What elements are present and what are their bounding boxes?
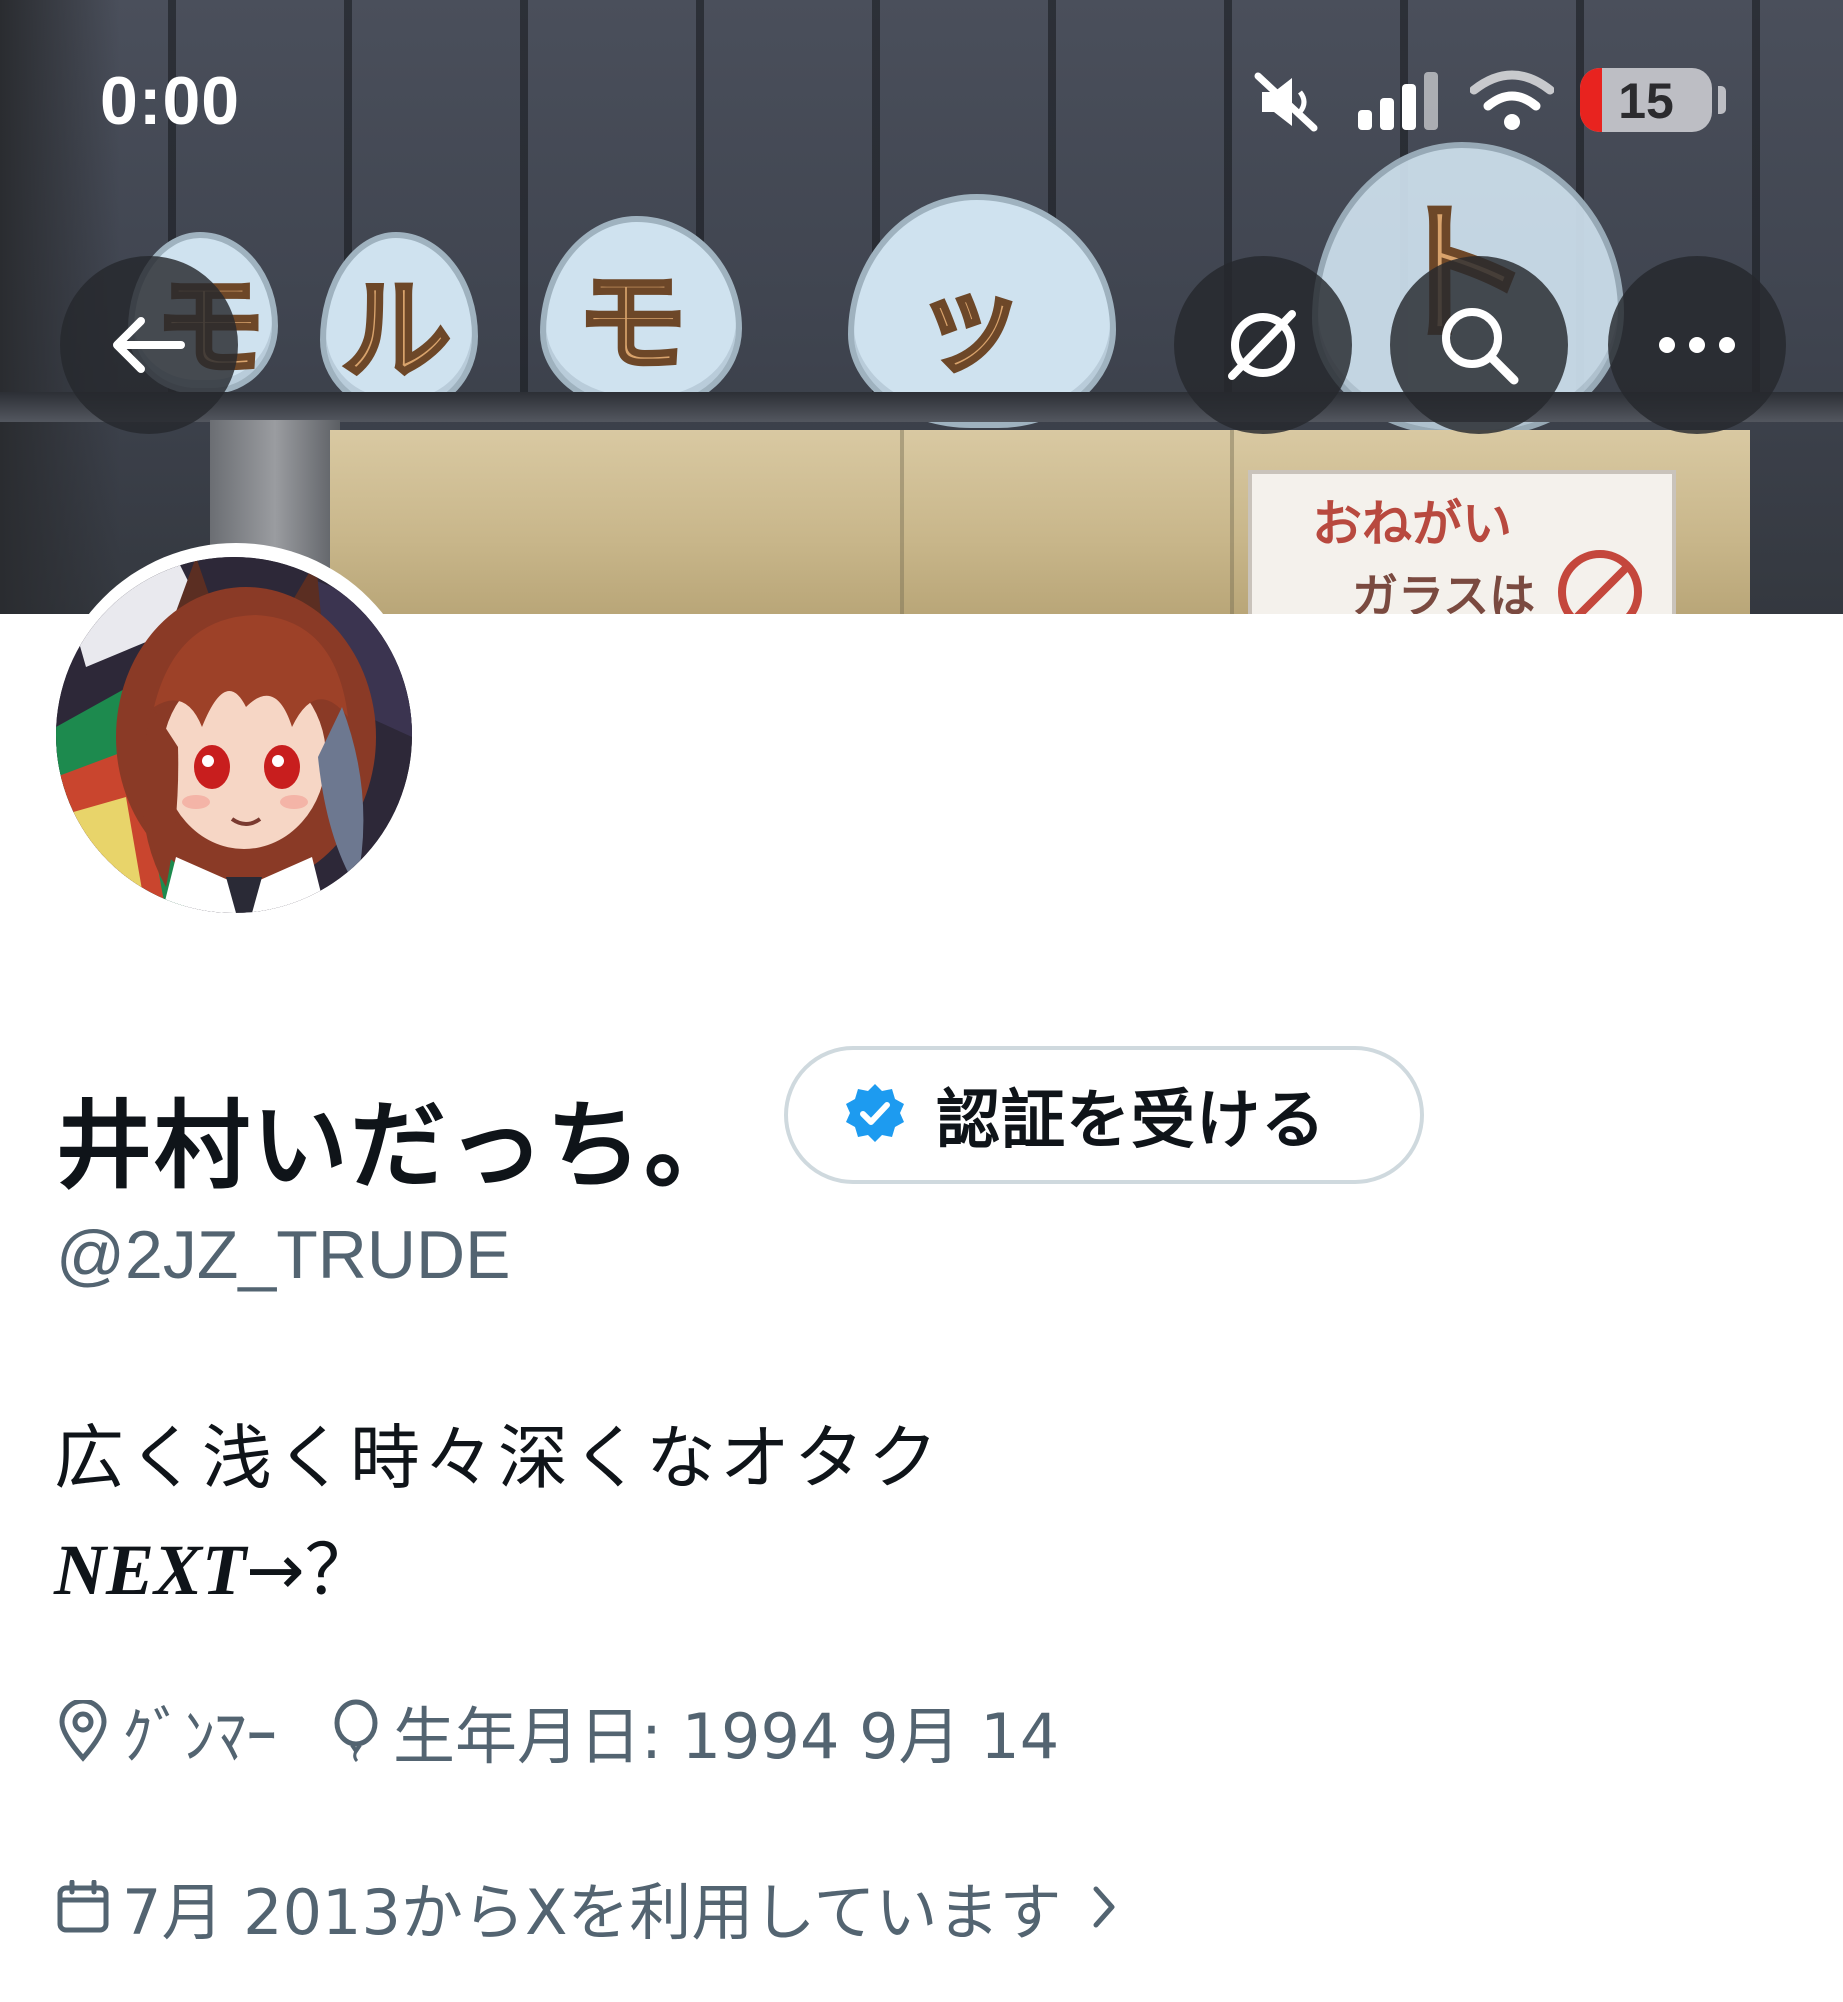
- battery-cap: [1718, 86, 1726, 114]
- sign-letter: モ: [575, 259, 689, 387]
- joined-text: 7月 2013からXを利用しています: [122, 1876, 1062, 1949]
- search-button[interactable]: [1390, 256, 1568, 434]
- more-button[interactable]: [1608, 256, 1786, 434]
- awning: [0, 392, 1843, 422]
- display-name: 井村いだっち。: [56, 1090, 742, 1202]
- back-button[interactable]: [60, 256, 238, 434]
- grok-button[interactable]: [1174, 256, 1352, 434]
- sign-letter: ッ: [913, 259, 1027, 387]
- user-handle: @2JZ_TRUDE: [56, 1217, 511, 1293]
- battery-icon: 15: [1580, 68, 1712, 132]
- back-arrow-icon: [111, 315, 187, 375]
- sign-letter: ル: [339, 267, 453, 395]
- notice-sign: おねがい ガラスは: [1248, 470, 1676, 614]
- location-item: ｸﾞﾝﾏｰ: [56, 1686, 277, 1776]
- bio-line-2: NEXT→？: [54, 1514, 375, 1615]
- joined-row[interactable]: 7月 2013からXを利用しています: [56, 1862, 1118, 1952]
- bio-next-suffix: →？: [246, 1529, 375, 1611]
- verified-badge-icon: [844, 1082, 906, 1148]
- location-pin-icon: [56, 1700, 110, 1762]
- battery-percent: 15: [1618, 73, 1674, 129]
- wifi-icon: [1469, 68, 1555, 136]
- window-mullion: [900, 430, 904, 614]
- grok-icon: [1220, 302, 1306, 388]
- more-icon: [1657, 335, 1737, 355]
- profile-meta-row: ｸﾞﾝﾏｰ 生年月日: 1994 9月 14: [56, 1686, 1059, 1776]
- cellular-signal-icon: [1356, 70, 1442, 136]
- get-verified-button[interactable]: 認証を受ける: [784, 1046, 1424, 1184]
- profile-banner[interactable]: モ ル モ ッ ト おねがい ガラスは: [0, 0, 1843, 614]
- window-mullion: [1230, 430, 1234, 614]
- calendar-icon: [56, 1880, 110, 1934]
- avatar[interactable]: [56, 557, 412, 913]
- status-time: 0:00: [100, 63, 241, 139]
- birthday-item: 生年月日: 1994 9月 14: [331, 1686, 1059, 1776]
- search-icon: [1436, 302, 1522, 388]
- birthday-text: 生年月日: 1994 9月 14: [393, 1700, 1060, 1773]
- mute-icon: [1252, 72, 1322, 136]
- notice-line2: ガラスは: [1352, 569, 1536, 614]
- notice-line1: おねがい: [1312, 495, 1512, 553]
- chevron-right-icon: [1092, 1885, 1118, 1929]
- bio-next-text: NEXT: [54, 1530, 247, 1610]
- balloon-icon: [331, 1699, 381, 1763]
- get-verified-label: 認証を受ける: [936, 1084, 1326, 1158]
- no-touch-icon: [1558, 550, 1642, 614]
- bio-line-1: 広く浅く時々深くなオタク: [54, 1417, 942, 1499]
- location-text: ｸﾞﾝﾏｰ: [122, 1700, 278, 1773]
